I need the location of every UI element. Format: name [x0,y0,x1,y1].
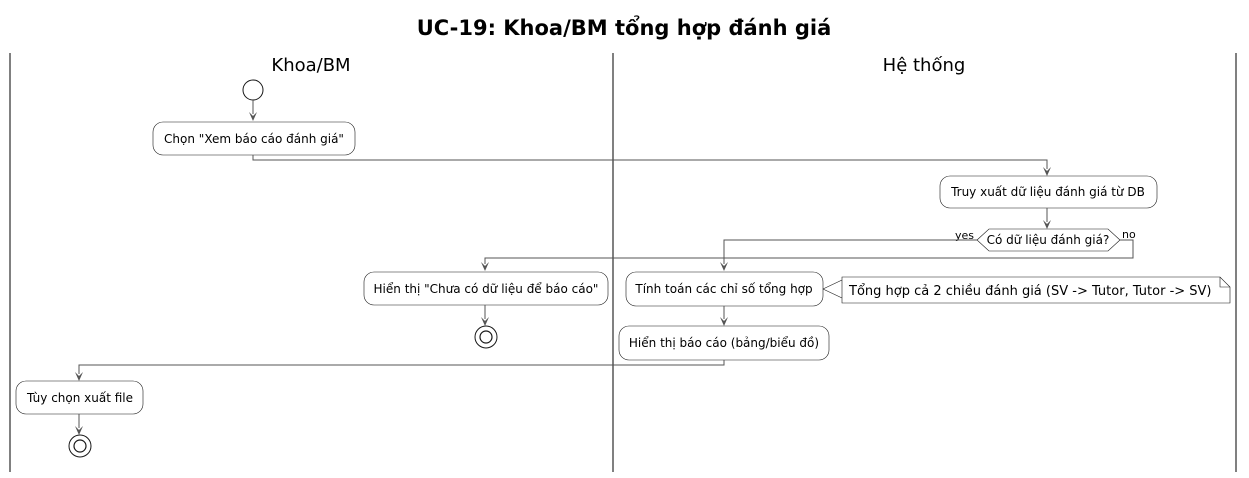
action-retrieve-data-label: Truy xuất dữ liệu đánh giá từ DB [950,185,1145,199]
note-connector [822,279,843,290]
decision-no-label: no [1122,228,1136,241]
action-export-label: Tùy chọn xuất file [26,391,133,405]
edge-show-to-export [78,360,725,374]
action-select-report-label: Chọn "Xem báo cáo đánh giá" [164,132,344,146]
end-node-final-inner [73,439,87,453]
action-show-report-label: Hiển thị báo cáo (bảng/biểu đồ) [629,336,819,350]
decision-has-data-label: Có dữ liệu đánh giá? [987,233,1110,247]
lane-header-khoa-bm: Khoa/BM [271,55,350,76]
note-connector [822,288,843,299]
action-compute-label: Tính toán các chỉ số tổng hợp [634,282,812,296]
diagram-title: UC-19: Khoa/BM tổng hợp đánh giá [417,15,832,40]
end-node-no-data-inner [479,330,493,344]
edge-select-to-retrieve [252,155,1048,169]
action-no-data-label: Hiển thị "Chưa có dữ liệu để báo cáo" [374,282,599,296]
start-node [242,79,264,101]
note-text: Tổng hợp cả 2 chiều đánh giá (SV -> Tuto… [848,284,1212,299]
edge-yes-to-compute [723,239,977,264]
lane-header-he-thong: Hệ thống [883,55,966,76]
activity-diagram: UC-19: Khoa/BM tổng hợp đánh giá Khoa/BM… [9,15,1237,472]
